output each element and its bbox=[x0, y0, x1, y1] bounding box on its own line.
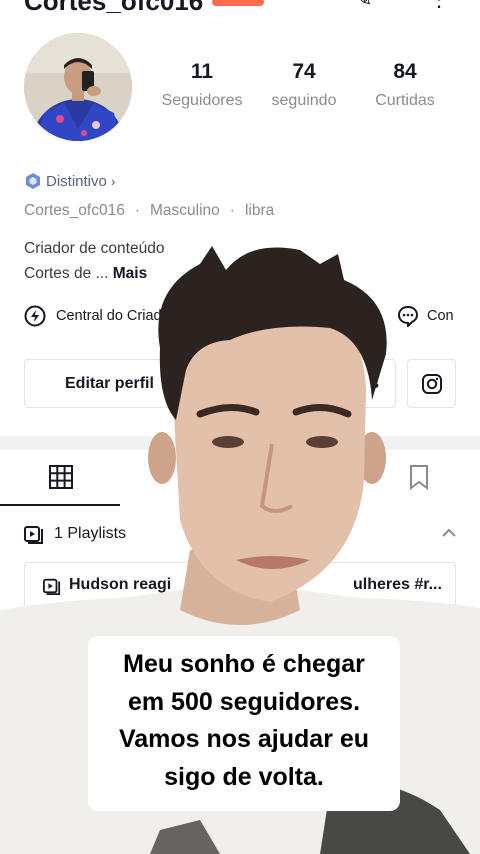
profile-meta: Cortes_ofc016 · Masculino · libra bbox=[24, 202, 274, 220]
chat-bubble-icon bbox=[397, 305, 419, 327]
stat-followers[interactable]: 11 Seguidores bbox=[147, 60, 257, 110]
badge-icon bbox=[26, 173, 40, 189]
grid-icon bbox=[49, 465, 73, 489]
playlist-icon bbox=[24, 526, 43, 544]
chevron-up-icon[interactable] bbox=[440, 524, 458, 547]
meta-separator: · bbox=[229, 202, 235, 219]
creator-center-label: Central do Criador bbox=[56, 308, 175, 324]
instagram-icon bbox=[421, 373, 442, 394]
playlists-count-label: 1 Playlists bbox=[54, 525, 127, 542]
badge-label: Distintivo bbox=[46, 172, 107, 190]
chevron-right-icon: › bbox=[110, 173, 116, 189]
badge-link[interactable]: Distintivo › bbox=[24, 172, 116, 190]
caption-line-2: em 500 seguidores. bbox=[127, 687, 361, 716]
stat-likes[interactable]: 84 Curtidas bbox=[350, 60, 460, 110]
creator-center-link[interactable]: Central do Criador bbox=[24, 305, 174, 327]
followers-count: 11 bbox=[190, 60, 214, 83]
profile-handle: Cortes_ofc016 bbox=[24, 202, 125, 219]
profile-gender: Masculino bbox=[149, 202, 220, 219]
caption-line-1: Meu sonho é chegar bbox=[123, 650, 365, 678]
avatar-image bbox=[24, 33, 132, 141]
bookmark-icon bbox=[410, 465, 428, 490]
caption-line-3: Vamos nos ajudar eu bbox=[118, 725, 370, 753]
profile-username: Cortes_ofc016 bbox=[24, 0, 204, 16]
section-divider bbox=[0, 436, 480, 450]
username-emoji-trail bbox=[212, 0, 264, 6]
likes-label: Curtidas bbox=[375, 92, 435, 109]
overlay-caption: Meu sonho é chegar em 500 seguidores. Va… bbox=[88, 636, 400, 811]
chevron-up-shape bbox=[442, 528, 456, 537]
creator-tools-icon[interactable]: ✎ bbox=[354, 0, 372, 12]
edit-profile-button[interactable]: Editar perfil bbox=[24, 359, 204, 408]
con-link[interactable]: Con bbox=[397, 305, 454, 327]
caption-line-4: sigo de volta. bbox=[164, 762, 324, 791]
share-profile-label: s bbox=[370, 374, 379, 392]
playlists-header[interactable]: 1 Playlists bbox=[24, 524, 126, 544]
bio-line-2-text: Cortes de ... bbox=[24, 265, 109, 282]
con-label: Con bbox=[427, 308, 454, 324]
top-bar: Cortes_ofc016 ✎ ⋮ bbox=[0, 0, 480, 16]
active-tab-indicator bbox=[0, 504, 120, 506]
followers-label: Seguidores bbox=[161, 92, 243, 109]
lightning-icon bbox=[24, 305, 46, 327]
avatar[interactable] bbox=[24, 33, 132, 141]
playlist-chip-icon bbox=[43, 578, 61, 595]
playlist-chip-title-end: ulheres #r... bbox=[353, 576, 442, 593]
instagram-button[interactable] bbox=[407, 359, 456, 408]
tab-videos-grid[interactable] bbox=[48, 464, 74, 495]
bio-line-2: Cortes de ... Mais bbox=[24, 261, 164, 286]
meta-separator: · bbox=[134, 202, 140, 219]
playlist-chip[interactable]: Hudson reagi ulheres #r... bbox=[24, 562, 456, 608]
likes-count: 84 bbox=[393, 60, 417, 83]
profile-bio: Criador de conteúdo Cortes de ... Mais bbox=[24, 236, 164, 286]
edit-profile-label: Editar perfil bbox=[65, 374, 154, 392]
bio-more-link[interactable]: Mais bbox=[113, 265, 147, 282]
stat-following[interactable]: 74 seguindo bbox=[249, 60, 359, 110]
following-label: seguindo bbox=[271, 92, 337, 109]
share-profile-button[interactable]: s bbox=[234, 359, 396, 408]
tab-favorites[interactable] bbox=[406, 464, 432, 495]
profile-sign: libra bbox=[244, 202, 275, 219]
menu-icon[interactable]: ⋮ bbox=[428, 0, 450, 12]
bio-line-1: Criador de conteúdo bbox=[24, 240, 165, 257]
following-count: 74 bbox=[292, 60, 316, 83]
playlist-chip-title-start: Hudson reagi bbox=[69, 576, 172, 593]
